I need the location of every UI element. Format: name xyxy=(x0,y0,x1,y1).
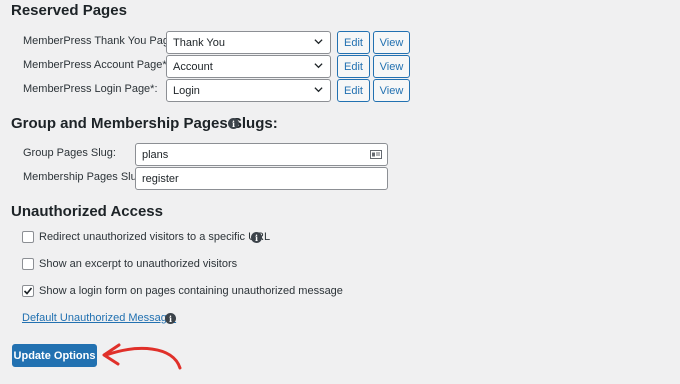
account-page-label: MemberPress Account Page*: xyxy=(23,59,170,71)
chevron-down-icon xyxy=(314,87,323,93)
update-options-button[interactable]: Update Options xyxy=(12,344,97,367)
login-form-label: Show a login form on pages containing un… xyxy=(39,285,343,297)
annotation-arrow-icon xyxy=(102,343,182,370)
group-slug-value: plans xyxy=(142,148,169,161)
chevron-down-icon xyxy=(314,63,323,69)
contact-card-icon xyxy=(370,150,382,159)
login-page-select-value: Login xyxy=(173,84,200,97)
info-icon[interactable]: i xyxy=(228,118,239,129)
group-slug-input[interactable]: plans xyxy=(135,143,388,166)
excerpt-checkbox[interactable] xyxy=(22,258,34,270)
thank-you-page-view-button[interactable]: View xyxy=(373,31,410,54)
account-page-select-value: Account xyxy=(173,60,213,73)
default-unauthorized-message-link[interactable]: Default Unauthorized Message: xyxy=(22,312,176,324)
login-form-checkbox[interactable] xyxy=(22,285,34,297)
login-page-label: MemberPress Login Page*: xyxy=(23,83,158,95)
redirect-checkbox[interactable] xyxy=(22,231,34,243)
excerpt-label: Show an excerpt to unauthorized visitors xyxy=(39,258,238,270)
membership-slug-input[interactable]: register xyxy=(135,167,388,190)
account-page-select[interactable]: Account xyxy=(166,55,331,78)
thank-you-page-select[interactable]: Thank You xyxy=(166,31,331,54)
membership-slug-value: register xyxy=(142,172,179,185)
membership-slug-label: Membership Pages Slug: xyxy=(23,171,146,183)
info-icon[interactable]: i xyxy=(251,232,262,243)
thank-you-page-label: MemberPress Thank You Page*: xyxy=(23,35,183,47)
info-icon[interactable]: i xyxy=(165,313,176,324)
login-page-edit-button[interactable]: Edit xyxy=(337,79,370,102)
thank-you-page-select-value: Thank You xyxy=(173,36,225,49)
unauthorized-heading: Unauthorized Access xyxy=(11,203,163,220)
login-page-select[interactable]: Login xyxy=(166,79,331,102)
chevron-down-icon xyxy=(314,39,323,45)
thank-you-page-edit-button[interactable]: Edit xyxy=(337,31,370,54)
reserved-pages-heading: Reserved Pages xyxy=(11,2,127,19)
group-slug-label: Group Pages Slug: xyxy=(23,147,116,159)
redirect-label: Redirect unauthorized visitors to a spec… xyxy=(39,231,271,243)
checkmark-icon xyxy=(23,287,33,295)
account-page-view-button[interactable]: View xyxy=(373,55,410,78)
login-page-view-button[interactable]: View xyxy=(373,79,410,102)
account-page-edit-button[interactable]: Edit xyxy=(337,55,370,78)
